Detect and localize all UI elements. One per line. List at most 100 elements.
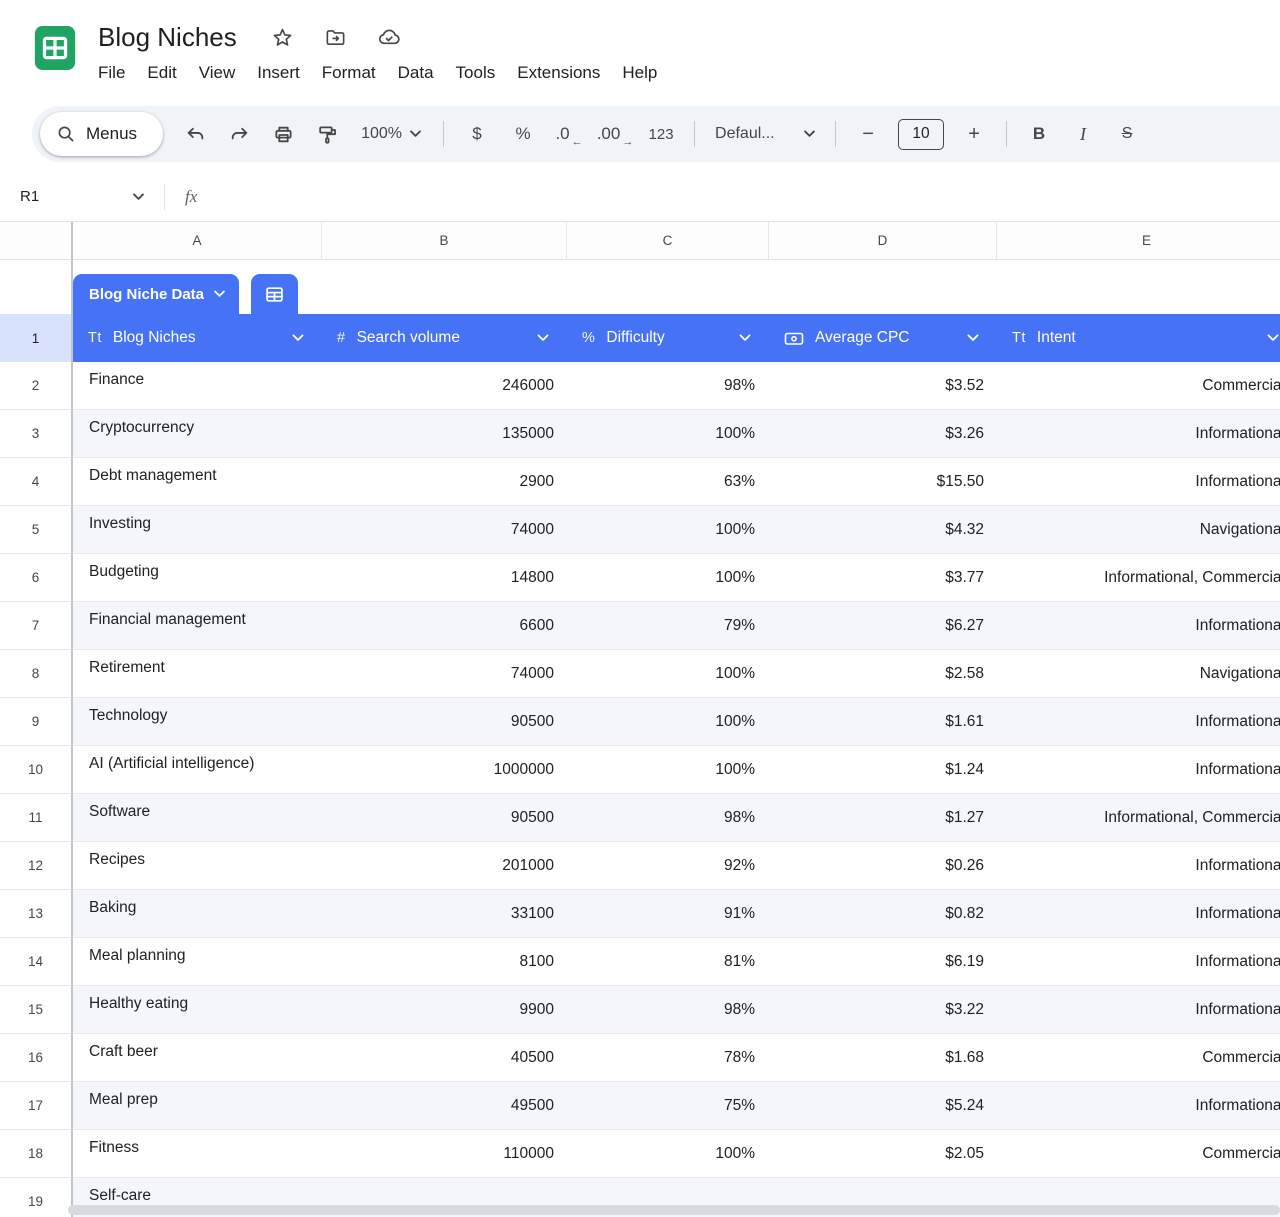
table-header-average-cpc[interactable]: Average CPC — [769, 314, 997, 362]
search-volume-cell[interactable]: 1000000 — [322, 746, 567, 794]
row-number[interactable]: 1 — [0, 314, 73, 362]
cpc-cell[interactable]: $0.26 — [769, 842, 997, 890]
search-volume-cell[interactable]: 2900 — [322, 458, 567, 506]
search-volume-cell[interactable]: 110000 — [322, 1130, 567, 1178]
menu-view[interactable]: View — [188, 58, 247, 88]
cloud-status-icon[interactable] — [377, 25, 401, 49]
formula-input[interactable] — [197, 172, 1280, 221]
search-volume-cell[interactable]: 14800 — [322, 554, 567, 602]
column-header-c[interactable]: C — [567, 222, 769, 260]
menu-tools[interactable]: Tools — [445, 58, 507, 88]
table-header-search-volume[interactable]: # Search volume — [322, 314, 567, 362]
font-select[interactable]: Defaul... — [705, 114, 825, 154]
paint-format-button[interactable] — [305, 114, 349, 154]
row-number[interactable]: 5 — [0, 506, 73, 554]
difficulty-cell[interactable]: 100% — [567, 698, 769, 746]
search-volume-cell[interactable]: 33100 — [322, 890, 567, 938]
bold-button[interactable]: B — [1017, 114, 1061, 154]
chevron-down-icon[interactable] — [537, 334, 549, 342]
print-button[interactable] — [261, 114, 305, 154]
search-volume-cell[interactable]: 9900 — [322, 986, 567, 1034]
chevron-down-icon[interactable] — [292, 334, 304, 342]
search-volume-cell[interactable]: 246000 — [322, 362, 567, 410]
currency-format-button[interactable]: $ — [454, 114, 500, 154]
search-volume-cell[interactable]: 6600 — [322, 602, 567, 650]
row-number[interactable]: 8 — [0, 650, 73, 698]
row-number[interactable]: 2 — [0, 362, 73, 410]
row-number[interactable]: 3 — [0, 410, 73, 458]
difficulty-cell[interactable]: 100% — [567, 650, 769, 698]
column-header-e[interactable]: E — [997, 222, 1280, 260]
menu-edit[interactable]: Edit — [136, 58, 187, 88]
intent-cell[interactable]: Informational, Commercial — [997, 554, 1280, 602]
niche-cell[interactable]: Fitness — [73, 1130, 322, 1178]
difficulty-cell[interactable]: 78% — [567, 1034, 769, 1082]
niche-cell[interactable]: Craft beer — [73, 1034, 322, 1082]
intent-cell[interactable]: Informational — [997, 698, 1280, 746]
search-volume-cell[interactable]: 135000 — [322, 410, 567, 458]
column-header-d[interactable]: D — [769, 222, 997, 260]
chevron-down-icon[interactable] — [739, 334, 751, 342]
intent-cell[interactable]: Commercial — [997, 1034, 1280, 1082]
cpc-cell[interactable]: $3.22 — [769, 986, 997, 1034]
difficulty-cell[interactable]: 92% — [567, 842, 769, 890]
niche-cell[interactable]: Cryptocurrency — [73, 410, 322, 458]
search-volume-cell[interactable]: 74000 — [322, 650, 567, 698]
undo-button[interactable] — [173, 114, 217, 154]
row-number[interactable]: 18 — [0, 1130, 73, 1178]
cpc-cell[interactable]: $4.32 — [769, 506, 997, 554]
cpc-cell[interactable]: $1.27 — [769, 794, 997, 842]
italic-button[interactable]: I — [1061, 114, 1105, 154]
row-number[interactable]: 10 — [0, 746, 73, 794]
intent-cell[interactable]: Informational — [997, 1082, 1280, 1130]
difficulty-cell[interactable]: 75% — [567, 1082, 769, 1130]
difficulty-cell[interactable]: 79% — [567, 602, 769, 650]
niche-cell[interactable]: Recipes — [73, 842, 322, 890]
intent-cell[interactable]: Navigational — [997, 650, 1280, 698]
niche-cell[interactable]: Meal prep — [73, 1082, 322, 1130]
cpc-cell[interactable]: $0.82 — [769, 890, 997, 938]
sheets-logo-icon[interactable] — [32, 25, 78, 71]
cpc-cell[interactable]: $1.24 — [769, 746, 997, 794]
cpc-cell[interactable]: $6.27 — [769, 602, 997, 650]
strikethrough-button[interactable]: S — [1105, 114, 1149, 154]
difficulty-cell[interactable]: 100% — [567, 746, 769, 794]
increase-font-size-button[interactable]: + — [952, 114, 996, 154]
cpc-cell[interactable]: $3.26 — [769, 410, 997, 458]
intent-cell[interactable]: Informational, Commercial — [997, 794, 1280, 842]
cpc-cell[interactable]: $3.77 — [769, 554, 997, 602]
table-name-chip[interactable]: Blog Niche Data — [73, 274, 239, 314]
difficulty-cell[interactable]: 98% — [567, 794, 769, 842]
niche-cell[interactable]: Healthy eating — [73, 986, 322, 1034]
intent-cell[interactable]: Commercial — [997, 1130, 1280, 1178]
row-number[interactable]: 17 — [0, 1082, 73, 1130]
niche-cell[interactable]: Retirement — [73, 650, 322, 698]
cpc-cell[interactable]: $2.58 — [769, 650, 997, 698]
intent-cell[interactable]: Informational — [997, 938, 1280, 986]
select-all-corner[interactable] — [0, 222, 73, 260]
difficulty-cell[interactable]: 98% — [567, 362, 769, 410]
search-volume-cell[interactable]: 49500 — [322, 1082, 567, 1130]
table-menu-chip[interactable] — [251, 274, 298, 314]
intent-cell[interactable]: Commercial — [997, 362, 1280, 410]
niche-cell[interactable]: Software — [73, 794, 322, 842]
menu-help[interactable]: Help — [611, 58, 668, 88]
cpc-cell[interactable]: $15.50 — [769, 458, 997, 506]
search-volume-cell[interactable]: 201000 — [322, 842, 567, 890]
intent-cell[interactable]: Informational — [997, 458, 1280, 506]
row-number[interactable]: 11 — [0, 794, 73, 842]
menu-format[interactable]: Format — [311, 58, 387, 88]
redo-button[interactable] — [217, 114, 261, 154]
niche-cell[interactable]: Technology — [73, 698, 322, 746]
search-volume-cell[interactable]: 40500 — [322, 1034, 567, 1082]
table-header-intent[interactable]: Tt Intent — [997, 314, 1280, 362]
increase-decimal-button[interactable]: .00 → — [592, 114, 638, 154]
difficulty-cell[interactable]: 100% — [567, 1130, 769, 1178]
niche-cell[interactable]: Baking — [73, 890, 322, 938]
niche-cell[interactable]: Investing — [73, 506, 322, 554]
search-volume-cell[interactable]: 8100 — [322, 938, 567, 986]
menu-insert[interactable]: Insert — [246, 58, 311, 88]
menu-file[interactable]: File — [87, 58, 136, 88]
cpc-cell[interactable]: $6.19 — [769, 938, 997, 986]
row-number[interactable]: 13 — [0, 890, 73, 938]
